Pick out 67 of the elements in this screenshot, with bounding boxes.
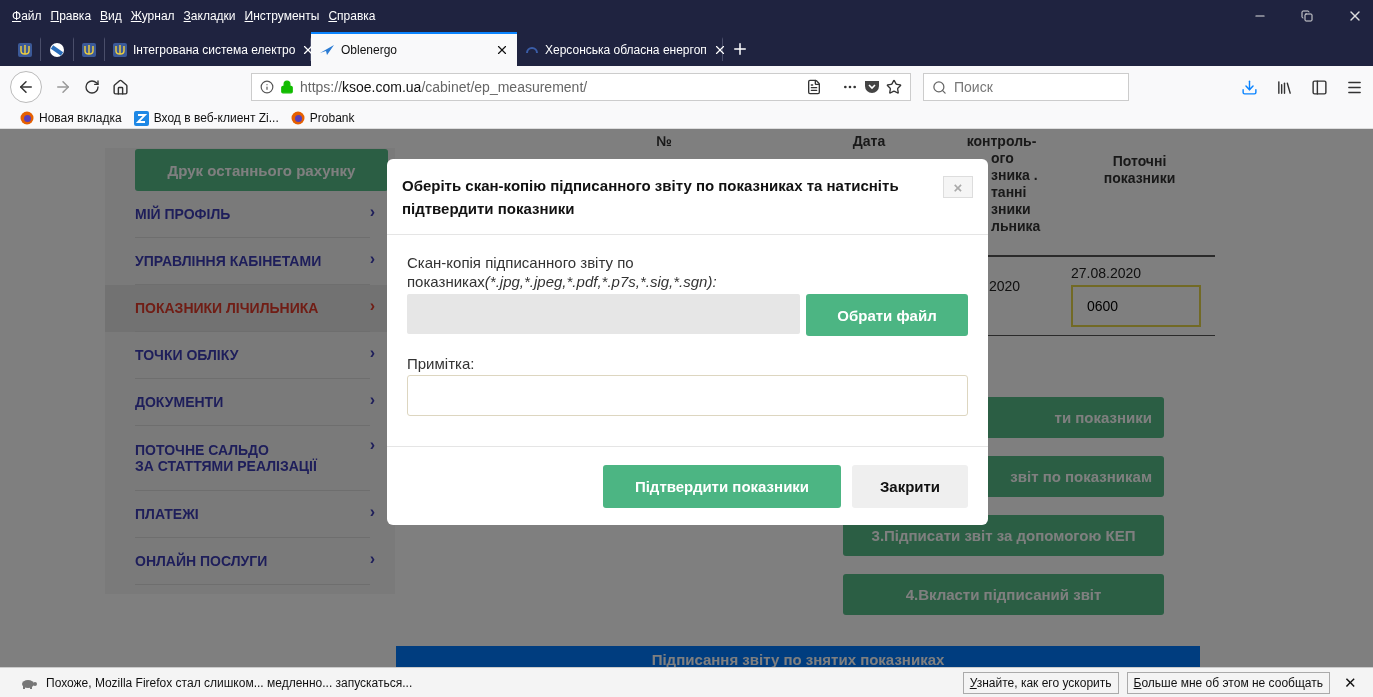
info-icon[interactable]	[260, 80, 274, 94]
close-button[interactable]: ✕	[1338, 672, 1363, 693]
menu-item[interactable]: Справка	[328, 9, 376, 23]
sidebar-item[interactable]: ТОЧКИ ОБЛІКУ ›	[105, 332, 395, 379]
sidebar-item[interactable]: ПОТОЧНЕ САЛЬДО ЗА СТАТТЯМИ РЕАЛІЗАЦІЇ ›	[105, 426, 395, 491]
search-icon	[932, 80, 947, 95]
column-header: Поточні	[1112, 153, 1167, 170]
reload-icon[interactable]	[84, 79, 100, 95]
reader-icon[interactable]	[806, 79, 822, 95]
column-header: показники	[1103, 170, 1176, 187]
notification-text: Похоже, Mozilla Firefox стал слишком... медленно... запускаться...	[46, 675, 414, 690]
column-header: ого	[991, 150, 1014, 167]
notification-button[interactable]: Больше мне об этом не сообщать	[1126, 671, 1330, 694]
browser-tab[interactable]: Oblenergo	[311, 32, 517, 66]
menu-item[interactable]: Закладки	[183, 9, 236, 23]
star-icon[interactable]	[886, 79, 902, 95]
trident-icon	[82, 43, 96, 57]
sidebar-item[interactable]: МІЙ ПРОФІЛЬ ›	[105, 191, 395, 238]
search-field[interactable]: Поиск	[923, 73, 1129, 101]
sidebar-item[interactable]: ПЛАТЕЖІ ›	[105, 491, 395, 538]
globe-icon	[49, 42, 65, 58]
column-header: танні	[991, 184, 1027, 201]
trident-icon	[18, 43, 32, 57]
note-field[interactable]	[407, 375, 968, 416]
browser-tab[interactable]: Херсонська обласна енергоп	[517, 37, 723, 61]
forward-icon[interactable]	[54, 78, 72, 96]
table-cell: 27.08.2020	[1071, 265, 1142, 281]
plane-icon	[319, 44, 335, 56]
menu-item[interactable]: Файл	[12, 9, 42, 23]
firefox-icon	[20, 111, 34, 125]
column-header: зники	[991, 201, 1031, 218]
back-icon	[17, 78, 35, 96]
address-field[interactable]: https://ksoe.com.ua/cabinet/ep_measurement/	[251, 73, 911, 101]
field-label: Скан-копія підписанного звіту по показниках(*.jpg,*.jpeg,*.pdf,*.p7s,*.sig,*.sgn):	[407, 253, 718, 291]
column-header: №	[656, 133, 672, 150]
sidebar-item[interactable]: ОНЛАЙН ПОСЛУГИ ›	[105, 538, 395, 585]
menu-item[interactable]: Инструменты	[244, 9, 320, 23]
sidebar-item[interactable]: ДОКУМЕНТИ ›	[105, 379, 395, 426]
column-header: Дата	[852, 133, 886, 150]
menu-item[interactable]: Правка	[50, 9, 92, 23]
close-icon[interactable]	[495, 43, 509, 57]
column-header: льника	[991, 218, 1041, 235]
bookmark[interactable]: Probank	[290, 111, 355, 125]
pocket-icon[interactable]	[864, 80, 880, 94]
column-header: контроль-	[966, 133, 1037, 150]
restore-icon[interactable]	[1301, 10, 1313, 22]
trident-icon	[113, 43, 127, 57]
bookmark[interactable]: Вход в веб-клиент Zi...	[133, 110, 279, 126]
back-button[interactable]	[10, 71, 42, 103]
library-icon[interactable]	[1276, 78, 1293, 96]
field-label: Примітка:	[407, 355, 476, 372]
sidebar-icon[interactable]	[1311, 78, 1328, 96]
table-cell: 2020	[989, 278, 1021, 294]
modal-title: Оберіть скан-копію підписанного звіту по показниках та натисніть підтвердити показники	[402, 176, 900, 219]
notification-button[interactable]: Узнайте, как его ускорить	[962, 671, 1119, 694]
new-tab-icon[interactable]	[731, 40, 749, 58]
menu-item[interactable]: Журнал	[130, 9, 175, 23]
column-header: зника .	[991, 167, 1038, 184]
reading-field[interactable]: 0600	[1071, 285, 1201, 327]
close-button[interactable]: Закрити	[852, 465, 968, 508]
file-field[interactable]	[407, 294, 800, 334]
lock-icon	[280, 80, 294, 94]
home-icon[interactable]	[112, 78, 129, 96]
download-icon[interactable]	[1241, 78, 1258, 96]
menu-item[interactable]: Вид	[100, 9, 122, 23]
firefox-icon	[290, 111, 305, 125]
bookmark[interactable]: Новая вкладка	[20, 111, 122, 125]
